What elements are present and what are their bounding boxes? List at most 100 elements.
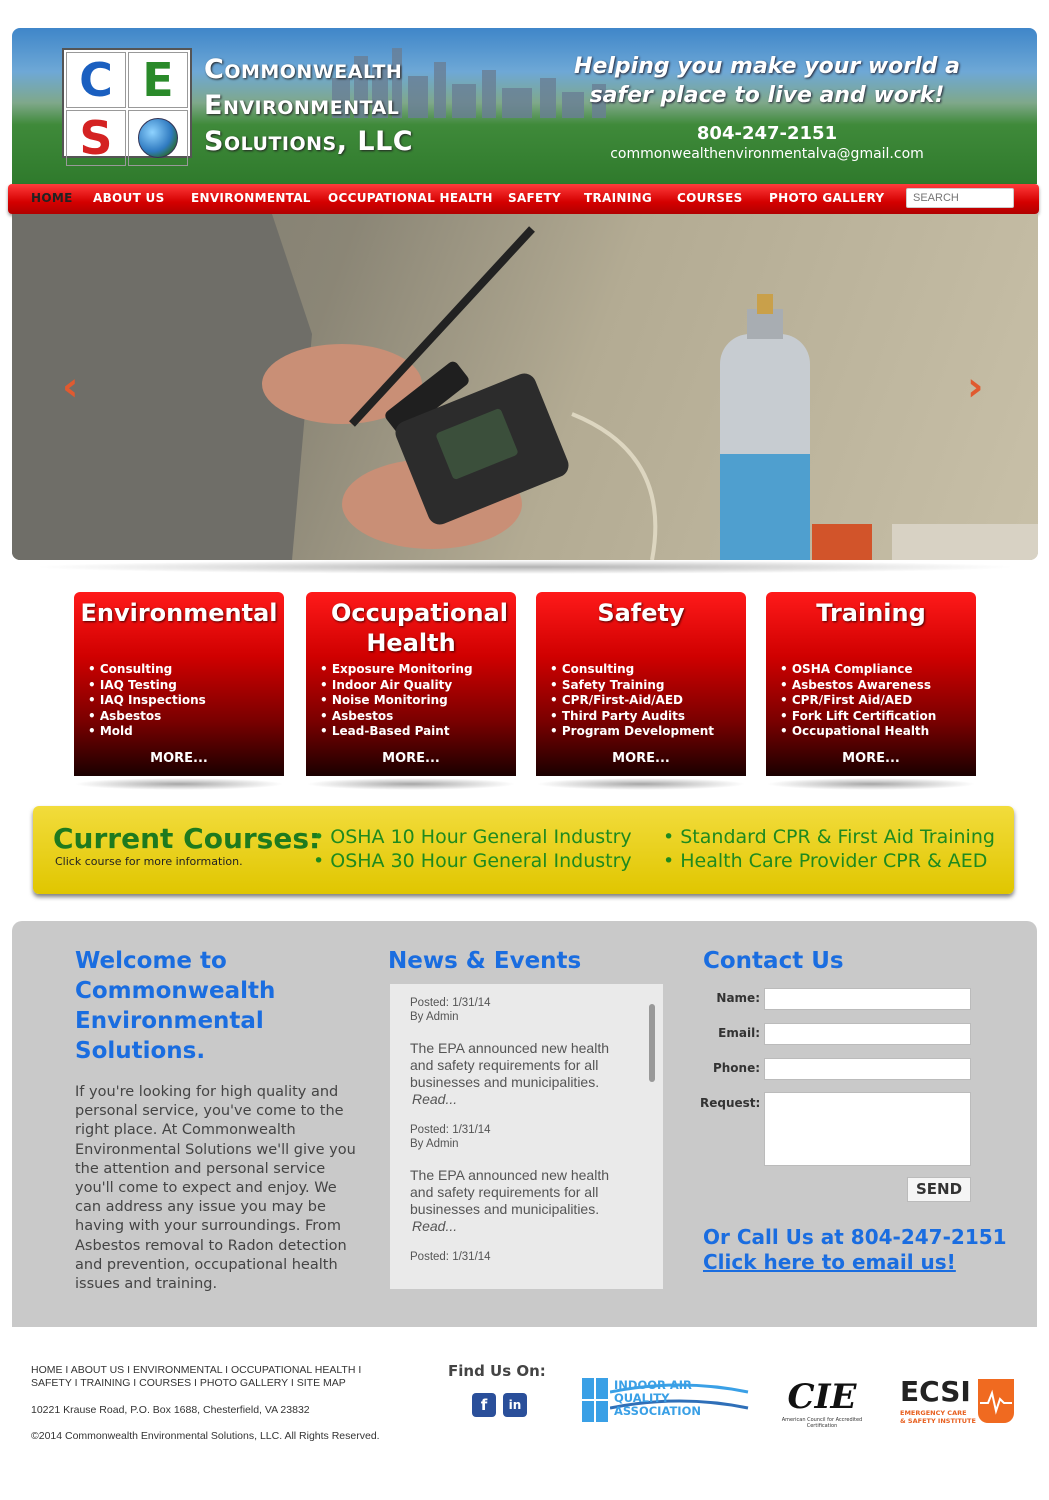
more-link[interactable]: MORE... <box>536 751 746 766</box>
phone-field[interactable] <box>764 1058 971 1080</box>
course-link[interactable]: • OSHA 10 Hour General Industry <box>313 826 632 848</box>
tagline: Helping you make your world a safer plac… <box>572 52 962 110</box>
news-author: By Admin <box>410 1011 459 1023</box>
header-email[interactable]: commonwealthenvironmentalva@gmail.com <box>572 146 962 162</box>
header-phone: 804-247-2151 <box>696 123 838 144</box>
name-label: Name: <box>716 991 760 1005</box>
tagline-line: Helping you make your world a <box>574 54 960 79</box>
footer-link-safety[interactable]: SAFETY <box>31 1377 72 1389</box>
service-list-item: IAQ Inspections <box>88 693 206 709</box>
nav-about-us[interactable]: ABOUT US <box>93 191 165 205</box>
service-list: Consulting Safety Training CPR/First-Aid… <box>550 662 714 740</box>
more-link[interactable]: MORE... <box>306 751 516 766</box>
nav-occupational-health[interactable]: OCCUPATIONAL HEALTH <box>328 191 493 205</box>
more-link[interactable]: MORE... <box>766 751 976 766</box>
email-us-link[interactable]: Click here to email us! <box>703 1250 956 1274</box>
course-link[interactable]: • Standard CPR & First Aid Training <box>663 826 995 848</box>
welcome-title-line: Commonwealth <box>75 978 276 1004</box>
news-author: By Admin <box>410 1138 459 1150</box>
main-navigation: HOME ABOUT US ENVIRONMENTAL OCCUPATIONAL… <box>8 184 1039 214</box>
service-list: Consulting IAQ Testing IAQ Inspections A… <box>88 662 206 740</box>
footer-address: 10221 Krause Road, P.O. Box 1688, Cheste… <box>31 1404 310 1416</box>
slider-next-arrow[interactable]: › <box>967 364 983 410</box>
nav-photo-gallery[interactable]: PHOTO GALLERY <box>769 191 884 205</box>
content-panel: Welcome to Commonwealth Environmental So… <box>12 921 1037 1327</box>
box-shadow <box>306 778 516 790</box>
email-field[interactable] <box>764 1023 971 1045</box>
contact-title: Contact Us <box>703 948 844 974</box>
service-list: OSHA Compliance Asbestos Awareness CPR/F… <box>780 662 936 740</box>
footer-link-home[interactable]: HOME <box>31 1364 63 1376</box>
news-item: Posted: 1/31/14 By Admin The EPA announc… <box>410 996 630 1108</box>
service-box-safety[interactable]: Safety Consulting Safety Training CPR/Fi… <box>536 592 746 776</box>
footer-copyright: ©2014 Commonwealth Environmental Solutio… <box>31 1430 380 1442</box>
service-box-training[interactable]: Training OSHA Compliance Asbestos Awaren… <box>766 592 976 776</box>
footer-link-photo-gallery[interactable]: PHOTO GALLERY <box>200 1377 288 1389</box>
courses-subtitle: Click course for more information. <box>55 855 243 868</box>
service-list-item: Indoor Air Quality <box>320 678 473 694</box>
service-list-item: Mold <box>88 724 206 740</box>
company-name-line: Commonwealth <box>204 54 403 85</box>
facebook-icon[interactable]: f <box>472 1393 496 1417</box>
news-read-link[interactable]: Read... <box>412 1218 630 1235</box>
news-feed: Posted: 1/31/14 By Admin The EPA announc… <box>390 984 663 1289</box>
service-list-item: Noise Monitoring <box>320 693 473 709</box>
nav-courses[interactable]: COURSES <box>677 191 743 205</box>
service-box-occupational-health[interactable]: Occupational Health Exposure Monitoring … <box>306 592 516 776</box>
news-scrollbar[interactable] <box>649 1004 655 1082</box>
course-link[interactable]: • OSHA 30 Hour General Industry <box>313 850 632 872</box>
welcome-title-line: Solutions. <box>75 1038 206 1064</box>
hero-slider: ‹ › <box>12 214 1038 560</box>
name-field[interactable] <box>764 988 971 1010</box>
iaqa-mark-icon <box>582 1378 608 1422</box>
service-list-item: Asbestos <box>88 709 206 725</box>
footer-links-row: SAFETY I TRAINING I COURSES I PHOTO GALL… <box>31 1377 346 1389</box>
course-link[interactable]: • Health Care Provider CPR & AED <box>663 850 987 872</box>
nav-home[interactable]: HOME <box>31 191 73 205</box>
service-list-item: Consulting <box>88 662 206 678</box>
send-button[interactable]: SEND <box>907 1177 971 1202</box>
nav-safety[interactable]: SAFETY <box>508 191 561 205</box>
service-list-item: Asbestos <box>320 709 473 725</box>
request-label: Request: <box>700 1096 761 1110</box>
box-shadow <box>536 778 746 790</box>
company-name: Commonwealth Environmental Solutions, LL… <box>204 52 413 160</box>
request-field[interactable] <box>764 1092 971 1166</box>
footer-link-occupational-health[interactable]: OCCUPATIONAL HEALTH <box>231 1364 355 1376</box>
more-link[interactable]: MORE... <box>74 751 284 766</box>
nav-environmental[interactable]: ENVIRONMENTAL <box>191 191 311 205</box>
service-list-item: Third Party Audits <box>550 709 714 725</box>
service-box-title: Environmental <box>80 599 278 627</box>
service-box-title: Training <box>816 599 926 627</box>
footer-link-site-map[interactable]: SITE MAP <box>297 1377 346 1389</box>
find-us-label: Find Us On: <box>448 1362 546 1380</box>
footer-link-environmental[interactable]: ENVIRONMENTAL <box>133 1364 222 1376</box>
ecsi-logo[interactable]: ECSI EMERGENCY CARE & SAFETY INSTITUTE <box>890 1375 1016 1427</box>
service-list-item: Exposure Monitoring <box>320 662 473 678</box>
tagline-line: safer place to live and work! <box>589 83 945 108</box>
service-list-item: IAQ Testing <box>88 678 206 694</box>
footer-link-courses[interactable]: COURSES <box>139 1377 191 1389</box>
cie-logo[interactable]: CIE American Council for Accredited Cert… <box>770 1377 874 1429</box>
hero-shadow <box>30 560 1020 574</box>
news-read-link[interactable]: Read... <box>412 1091 630 1108</box>
news-posted-date: Posted: 1/31/14 <box>410 997 491 1009</box>
service-box-environmental[interactable]: Environmental Consulting IAQ Testing IAQ… <box>74 592 284 776</box>
search-input[interactable] <box>906 188 1014 208</box>
call-us-text: Or Call Us at 804-247-2151 <box>703 1225 1007 1249</box>
news-item: Posted: 1/31/14 By Admin The EPA announc… <box>410 1123 630 1235</box>
slider-prev-arrow[interactable]: ‹ <box>62 364 78 410</box>
service-list-item: CPR/First Aid/AED <box>780 693 936 709</box>
news-item: Posted: 1/31/14 <box>410 1250 630 1264</box>
news-title: News & Events <box>388 948 582 974</box>
iaqa-logo[interactable]: INDOOR AIR QUALITY ASSOCIATION <box>582 1378 750 1424</box>
nav-training[interactable]: TRAINING <box>584 191 652 205</box>
ecsi-subtext-line: EMERGENCY CARE <box>900 1409 967 1417</box>
footer-link-training[interactable]: TRAINING <box>80 1377 130 1389</box>
linkedin-icon[interactable]: in <box>503 1393 527 1417</box>
service-list-item: Lead-Based Paint <box>320 724 473 740</box>
company-logo[interactable]: C E S <box>62 48 192 166</box>
cie-logo-text: CIE <box>787 1377 857 1417</box>
footer-link-about-us[interactable]: ABOUT US <box>71 1364 124 1376</box>
current-courses-banner: Current Courses: Click course for more i… <box>33 806 1014 894</box>
